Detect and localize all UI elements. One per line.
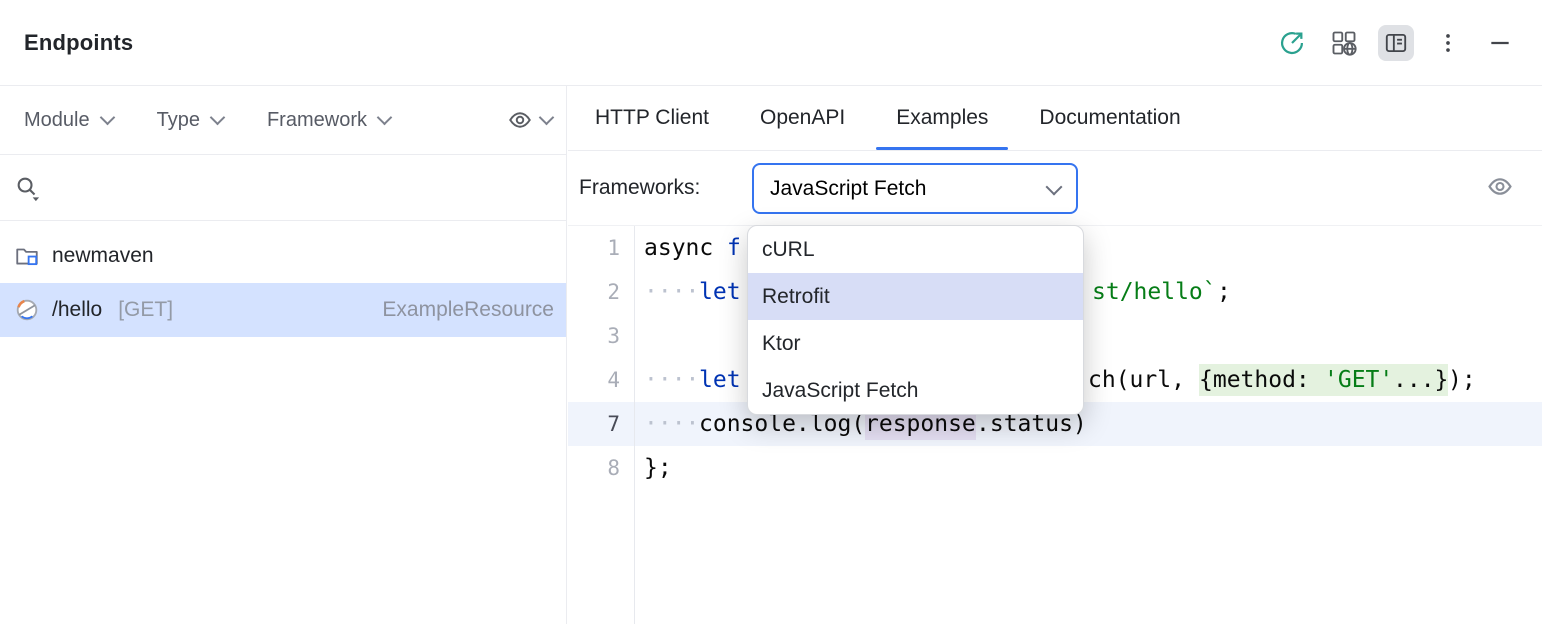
code-segment: ; xyxy=(1217,276,1231,308)
type-filter-dropdown[interactable]: Type xyxy=(157,109,223,132)
code-segment: ); xyxy=(1448,364,1476,396)
chevron-down-icon xyxy=(1046,178,1063,195)
eye-icon xyxy=(507,107,533,133)
type-filter-label: Type xyxy=(157,109,200,132)
preview-visibility-button[interactable] xyxy=(1486,173,1514,204)
line-number: 4 xyxy=(568,358,620,402)
code-segment: 'GET' xyxy=(1324,364,1393,396)
chevron-down-icon xyxy=(210,109,226,125)
dropdown-item-ktor[interactable]: Ktor xyxy=(748,320,1083,367)
preview-layout-icon[interactable] xyxy=(1378,25,1414,61)
http-method-badge: [GET] xyxy=(118,298,173,322)
tab-examples[interactable]: Examples xyxy=(876,86,1008,150)
line-number: 7 xyxy=(568,402,620,446)
endpoints-gauge-icon[interactable] xyxy=(1274,25,1310,61)
combobox-value: JavaScript Fetch xyxy=(770,177,926,201)
code-segment: ···· xyxy=(644,408,699,440)
chevron-down-icon xyxy=(539,109,555,125)
line-number: 8 xyxy=(568,446,620,490)
tree-item-endpoint-hello[interactable]: /hello [GET] ExampleResource xyxy=(0,283,566,337)
eye-icon xyxy=(1486,173,1514,201)
module-filter-dropdown[interactable]: Module xyxy=(24,109,113,132)
chevron-down-icon xyxy=(99,109,115,125)
framework-filter-label: Framework xyxy=(267,109,367,132)
endpoint-path: /hello xyxy=(52,298,102,322)
search-field[interactable] xyxy=(0,155,566,221)
code-segment: st/hello` xyxy=(1092,276,1217,308)
search-icon xyxy=(14,174,42,202)
code-segment: ...} xyxy=(1393,364,1448,396)
header-actions xyxy=(1274,25,1518,61)
code-segment: let xyxy=(699,364,741,396)
code-line[interactable]: 8}; xyxy=(568,446,1542,490)
code-segment: {method: xyxy=(1199,364,1324,396)
endpoints-list-panel: Module Type Framework xyxy=(0,86,567,624)
chevron-down-icon xyxy=(377,109,393,125)
filter-toolbar: Module Type Framework xyxy=(0,86,566,155)
module-filter-label: Module xyxy=(24,109,90,132)
module-name: newmaven xyxy=(52,244,154,268)
line-number: 3 xyxy=(568,314,620,358)
window-title: Endpoints xyxy=(24,30,133,56)
tool-window-header: Endpoints xyxy=(0,0,1542,86)
code-segment: async xyxy=(644,232,727,264)
framework-filter-dropdown[interactable]: Framework xyxy=(267,109,390,132)
minimize-icon[interactable] xyxy=(1482,25,1518,61)
tree-item-module-newmaven[interactable]: newmaven xyxy=(0,229,566,283)
url-mappings-icon[interactable] xyxy=(1326,25,1362,61)
line-number: 1 xyxy=(568,226,620,270)
view-options-button[interactable] xyxy=(507,107,552,133)
code-segment: ···· xyxy=(644,364,699,396)
endpoints-tool-window: Endpoints xyxy=(0,0,1542,624)
frameworks-label: Frameworks: xyxy=(579,151,700,224)
frameworks-toolbar: Frameworks: JavaScript Fetch xyxy=(568,151,1542,226)
dropdown-item-javascript-fetch[interactable]: JavaScript Fetch xyxy=(748,367,1083,414)
tab-openapi[interactable]: OpenAPI xyxy=(740,86,865,150)
code-segment: let xyxy=(699,276,741,308)
dropdown-item-curl[interactable]: cURL xyxy=(748,226,1083,273)
tab-http-client[interactable]: HTTP Client xyxy=(575,86,729,150)
tab-documentation[interactable]: Documentation xyxy=(1019,86,1200,150)
line-number: 2 xyxy=(568,270,620,314)
resource-class-label: ExampleResource xyxy=(382,298,554,322)
module-folder-icon xyxy=(14,243,40,269)
code-segment: }; xyxy=(644,452,672,484)
endpoints-tree: newmaven /hello [GET] ExampleResource xyxy=(0,221,566,337)
dropdown-item-retrofit[interactable]: Retrofit xyxy=(748,273,1083,320)
code-segment: ch(url, xyxy=(1088,364,1199,396)
endpoint-details-tabs: HTTP Client OpenAPI Examples Documentati… xyxy=(568,86,1542,151)
endpoint-icon xyxy=(14,297,40,323)
code-segment: f xyxy=(727,232,741,264)
code-segment: ···· xyxy=(644,276,699,308)
more-options-icon[interactable] xyxy=(1430,25,1466,61)
frameworks-combobox[interactable]: JavaScript Fetch xyxy=(752,163,1078,214)
frameworks-dropdown-popup: cURL Retrofit Ktor JavaScript Fetch xyxy=(747,225,1084,415)
